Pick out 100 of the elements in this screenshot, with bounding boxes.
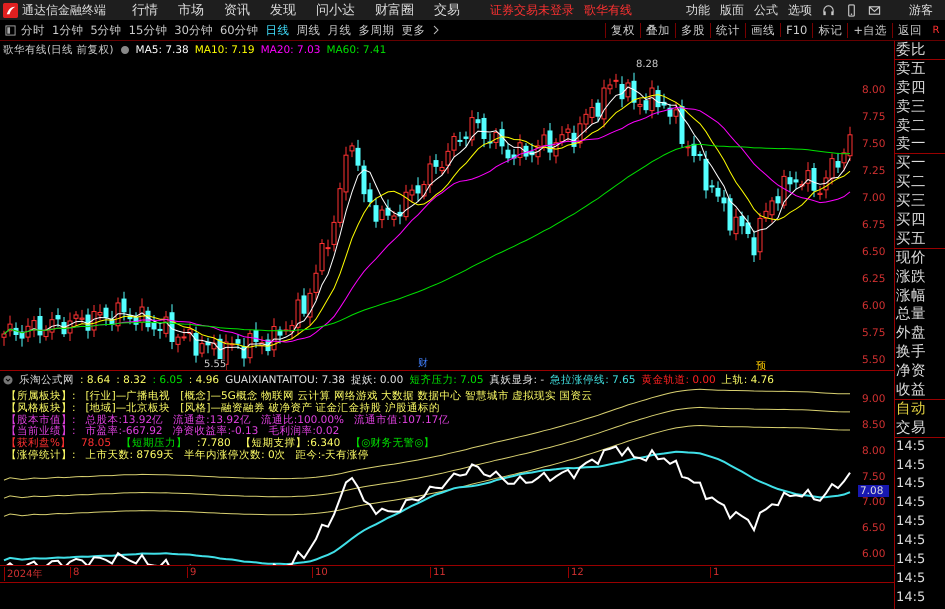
headset-icon[interactable] bbox=[822, 4, 835, 16]
trade-time: 14:5 bbox=[895, 588, 926, 607]
quote-label: 买五 bbox=[895, 230, 945, 249]
info-text: 【涨停统计】: bbox=[6, 450, 76, 462]
period-tab[interactable]: 分时 bbox=[21, 22, 45, 38]
menu-item[interactable]: 发现 bbox=[270, 1, 296, 19]
indicator-reading: : 4.96 bbox=[188, 374, 220, 386]
price-axis-label: 6.00 bbox=[862, 300, 886, 312]
panel-toggle-icon[interactable] bbox=[5, 24, 16, 36]
menu-item[interactable]: 财富圈 bbox=[375, 1, 414, 19]
info-text: 流通比:100.00% bbox=[260, 414, 344, 426]
quote-label: 净资 bbox=[895, 362, 928, 382]
price-axis-label: 5.50 bbox=[862, 354, 886, 366]
period-tab[interactable]: 日线 bbox=[266, 22, 290, 38]
period-tab[interactable]: 1分钟 bbox=[52, 22, 84, 38]
trade-time: 14:5 bbox=[895, 475, 926, 494]
period-tab[interactable]: 周线 bbox=[296, 22, 321, 38]
circle-icon[interactable] bbox=[120, 45, 130, 55]
quote-label: 买一 bbox=[895, 154, 928, 174]
user-label[interactable]: 游客 bbox=[909, 2, 933, 18]
toolbar-button[interactable]: 画线 bbox=[745, 22, 780, 38]
toolbar-button[interactable]: 复权 bbox=[605, 22, 640, 38]
menu-item[interactable]: 版面 bbox=[720, 2, 744, 18]
toolbar-button[interactable]: 多股 bbox=[675, 22, 710, 38]
info-text: [地域]—北京板块 bbox=[86, 402, 170, 414]
price-axis-label: 6.50 bbox=[862, 246, 886, 258]
price-axis-label: 6.75 bbox=[862, 219, 886, 231]
date-axis-label: 8 bbox=[70, 567, 80, 578]
info-text: 毛利润率:0.02 bbox=[268, 426, 340, 438]
toolbar-button[interactable]: 统计 bbox=[710, 22, 746, 38]
period-tab[interactable]: 15分钟 bbox=[128, 22, 168, 38]
trade-label[interactable]: 自动 bbox=[895, 400, 945, 419]
menu-item[interactable]: 交易 bbox=[434, 1, 460, 19]
indicator-reading: GUAIXIANTAITOU: 7.38 bbox=[225, 374, 345, 386]
info-text: [概念]—5G概念 物联网 云计算 网络游戏 大数据 数据中心 智慧城市 虚拟现实 国资云 bbox=[180, 391, 592, 402]
info-text: :7.780 bbox=[197, 438, 231, 450]
toolbar-button[interactable]: +自选 bbox=[847, 22, 892, 38]
info-text: 【短期压力】 bbox=[121, 438, 188, 450]
quote-label: 收益 bbox=[895, 381, 945, 400]
info-text: 半年内涨停次数: 0次 bbox=[184, 450, 286, 462]
date-axis-label: 1 bbox=[710, 567, 720, 578]
menu-item[interactable]: 选项 bbox=[788, 2, 812, 18]
trade-time: 14:5 bbox=[895, 513, 926, 532]
period-tab[interactable]: 多周期 bbox=[358, 22, 395, 38]
quote-label: 买二 bbox=[895, 173, 928, 192]
date-axis-label: 10 bbox=[312, 567, 328, 578]
menu-item[interactable]: 公式 bbox=[754, 2, 778, 18]
toolbar-button[interactable]: 标记 bbox=[812, 22, 848, 38]
price-axis-label: 8.50 bbox=[862, 418, 886, 431]
toolbar-button[interactable]: 叠加 bbox=[640, 22, 676, 38]
menu-item[interactable]: 行情 bbox=[132, 1, 158, 19]
indicator-reading: 短齐压力: 7.05 bbox=[409, 373, 484, 387]
indicator-reading: : 6.05 bbox=[152, 374, 183, 386]
price-axis-label: 6.00 bbox=[862, 548, 886, 560]
info-text: 流通盘:13.92亿 bbox=[173, 414, 251, 426]
mail-icon[interactable] bbox=[868, 4, 881, 16]
period-tab[interactable]: 5分钟 bbox=[90, 22, 122, 38]
event-marker[interactable]: 财 bbox=[418, 356, 428, 370]
toolbar-button[interactable]: 返回 bbox=[892, 22, 927, 38]
price-axis-label: 7.00 bbox=[862, 496, 886, 508]
info-text: 【股本市值】: bbox=[6, 414, 76, 426]
chevron-right-icon[interactable] bbox=[432, 25, 439, 35]
info-text: 78.05 bbox=[80, 438, 112, 450]
date-axis-label: 9 bbox=[187, 567, 196, 578]
phone-icon[interactable] bbox=[845, 4, 858, 16]
notice-text[interactable]: 歌华有线 bbox=[584, 2, 632, 18]
info-text: 上市天数: 8769天 bbox=[86, 450, 174, 462]
info-text: 净资收益率:-0.13 bbox=[172, 426, 258, 438]
period-tab[interactable]: 30分钟 bbox=[174, 22, 213, 38]
price-axis-label: 6.50 bbox=[862, 522, 886, 534]
quote-label: 买三 bbox=[895, 192, 928, 212]
trade-time: 14:5 bbox=[895, 456, 926, 475]
dropdown-circle-icon[interactable] bbox=[3, 375, 13, 385]
menu-item[interactable]: 问小达 bbox=[316, 1, 355, 19]
quote-label: 卖五 bbox=[895, 60, 928, 79]
toolbar-button[interactable]: F10 bbox=[780, 23, 812, 37]
trade-time: 14:5 bbox=[895, 532, 926, 550]
date-axis-label: 12 bbox=[568, 567, 584, 578]
menu-item[interactable]: 功能 bbox=[686, 2, 710, 18]
ma-reading: MA60: 7.41 bbox=[326, 44, 386, 56]
period-tab[interactable]: 60分钟 bbox=[220, 22, 259, 38]
period-tab[interactable]: 月线 bbox=[328, 22, 352, 38]
info-text: 【当前业绩】: bbox=[6, 426, 76, 438]
menu-item[interactable]: 资讯 bbox=[224, 1, 250, 19]
menu-item[interactable]: 市场 bbox=[178, 1, 204, 19]
quote-label: 卖四 bbox=[895, 78, 928, 98]
price-axis-label: 7.50 bbox=[862, 470, 886, 483]
high-price-label: 8.28 bbox=[636, 59, 658, 70]
trade-label[interactable]: 交易 bbox=[895, 418, 945, 438]
date-axis-label: 2024年 bbox=[4, 567, 42, 581]
price-axis-label: 7.00 bbox=[862, 192, 886, 204]
date-axis-label: 11 bbox=[430, 567, 446, 578]
quote-label: 卖三 bbox=[895, 98, 928, 117]
indicator-reading: 上轨: 4.76 bbox=[722, 373, 774, 387]
more-tab[interactable]: 更多 bbox=[402, 22, 426, 38]
notice-text[interactable]: 证券交易未登录 bbox=[490, 2, 574, 18]
quote-label: 买四 bbox=[895, 211, 928, 230]
corner-label: R bbox=[932, 24, 940, 36]
quote-label: 卖二 bbox=[895, 116, 928, 136]
quote-label: 涨跌 bbox=[895, 268, 928, 287]
